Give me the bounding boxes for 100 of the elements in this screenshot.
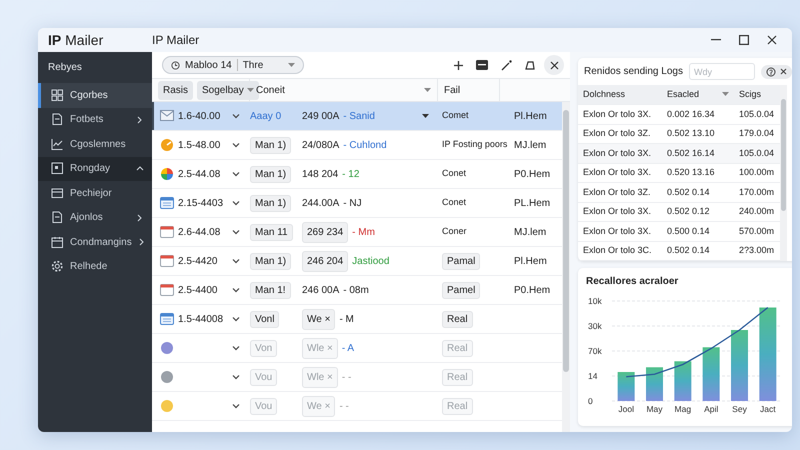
status-tag: - - [342,370,352,384]
chip[interactable]: Man 1) [250,252,292,270]
table-cell-text: Exlon Or tolo 3X. [583,224,652,238]
minimize-icon [711,39,721,41]
grid-icon [51,88,64,102]
header-button[interactable]: Rasis [158,80,194,100]
chip[interactable]: 269 234 [302,222,348,242]
table-row[interactable]: 1.5-48.00 Man 1) 24/080A - Cuhlond IP Fosting poors MJ.lem [152,131,562,160]
close-icon[interactable] [780,66,787,76]
axis-label: Mag [674,404,692,414]
table-cell-text: 148 204 [302,168,338,182]
axis-label: Jact [760,404,776,414]
caret-icon [424,88,431,92]
chip[interactable]: Man 1) [250,136,292,154]
sidebar-item[interactable]: Fotbets [38,108,152,132]
table-cell-text: 0.502 0.12 [667,205,710,218]
column-header[interactable]: Esacled [662,85,734,105]
table-row[interactable]: 2.5-4400 Man 1! 246 00A - 08m Pamel P0.Hem [152,276,562,305]
action-button[interactable]: Pamal [442,252,480,270]
column-header[interactable]: Dolchness [578,85,662,105]
table-row[interactable]: Von Wle × - A Real [152,334,562,363]
axis-label: May [646,404,663,414]
date-text: 2.5-44.08 [178,168,220,182]
table-cell: PL.Hem [514,198,550,208]
circle-icon [160,138,174,152]
date-text: 2.5-4420 [178,254,218,268]
sidebar-item[interactable]: Relhede [38,254,152,279]
table-cell-text: Exlon Or tolo 3Z. [583,127,651,140]
chip[interactable]: We × [302,308,336,330]
sidebar-item[interactable]: Cgoslemnes [38,132,152,156]
column-header[interactable]: Fail [438,79,500,101]
chevron-icon[interactable] [232,374,240,380]
sidebar-item[interactable]: Condmangins [38,230,152,254]
chip[interactable]: Vonl [250,310,280,328]
chip[interactable]: Man 1) [250,194,292,212]
sidebar-item[interactable]: Cgorbes [38,83,152,108]
table-cell: Pl.Hem [514,256,547,266]
date-text: 1.6-40.00 [178,110,220,124]
chart-title: Recallores acraloer [586,275,680,289]
table-cell-text: 0.520 13.16 [667,166,715,179]
help-icon[interactable] [766,66,776,76]
chevron-icon[interactable] [232,258,240,264]
table-cell-text: 0.502 0.14 [667,186,710,198]
table-row[interactable]: 2.5-4420 Man 1) 246 204 Jastiood Pamal Pl.Hem [152,247,562,276]
bar [731,330,748,401]
status-tag: - 08m [343,282,369,298]
table-cell-text: 105.0.04 [739,146,774,160]
chevron-icon[interactable] [232,316,240,322]
table-cell-text: Exlon Or tolo 3X. [583,166,652,179]
caret-icon[interactable] [422,114,429,118]
logs-title: Renidos sending Logs [584,65,683,79]
chevron-icon[interactable] [232,286,240,292]
table-cell-text: 100.00m [739,166,774,179]
chip[interactable]: 246 204 [302,250,348,272]
date-text: 1.5-44008 [178,312,224,326]
table-row[interactable]: 2.6-44.08 Man 11 269 234 - Mm Coner MJ.lem [152,218,562,247]
calendar-icon [51,236,64,249]
table-row[interactable]: 2.15-4403 Man 1) 244.00A - NJ Conet PL.Hem [152,189,562,218]
chevron-icon[interactable] [232,170,240,176]
axis-label: 30k [588,321,602,331]
sidebar-item[interactable]: Rongday [38,156,152,181]
settings-icon [51,260,64,274]
status-tag: - NJ [343,196,362,210]
action-button[interactable]: Pamel [442,282,480,298]
scrollbar[interactable] [562,102,570,432]
close-icon[interactable] [544,55,564,75]
axis-label: 70k [588,346,602,356]
chevron-icon[interactable] [232,344,240,350]
chip[interactable]: Man 1! [250,282,291,298]
chevron-icon[interactable] [232,112,240,118]
collapse-icon [136,164,144,173]
square-icon [51,162,64,176]
status-tag: - Sanid [343,108,375,124]
sidebar-item[interactable]: Ajonlos [38,206,152,230]
chevron-icon[interactable] [232,228,240,234]
chip[interactable]: Man 11 [250,224,293,240]
sidebar-item[interactable]: Pechiejor [38,181,152,206]
search-field[interactable]: Wdy [688,63,755,80]
table-row[interactable]: 2.5-44.08 Man 1) 148 204 - 12 Conet P0.Hem [152,160,562,189]
column-header[interactable]: Coneit [250,79,438,101]
chevron-icon[interactable] [232,402,240,408]
card-icon [51,186,64,200]
table-row[interactable]: 1.5-44008 Vonl We × - M Real [152,305,562,334]
document-icon [51,113,64,126]
close-icon [767,35,777,45]
scrollbar[interactable] [780,85,787,261]
column-header[interactable]: Scigs [734,85,780,105]
table-row[interactable]: 1.6-40.00 Aaay 0 249 00A - Sanid Comet Pl.Hem [152,102,562,131]
filter-dropdown[interactable]: Mabloo 14 Thre [162,56,304,74]
date-text: 2.15-4403 [178,196,224,210]
table-cell-text: 0.002 16.34 [667,108,715,120]
chevron-icon[interactable] [232,200,240,206]
status-tag: - A [342,340,354,356]
table-cell-text: 570.00m [739,224,774,238]
expand-icon [136,214,144,222]
status-tag: - Cuhlond [343,138,387,152]
chevron-icon[interactable] [232,142,240,148]
action-button[interactable]: Real [442,310,473,328]
chip[interactable]: Man 1) [250,166,292,182]
pie-icon [160,167,174,181]
